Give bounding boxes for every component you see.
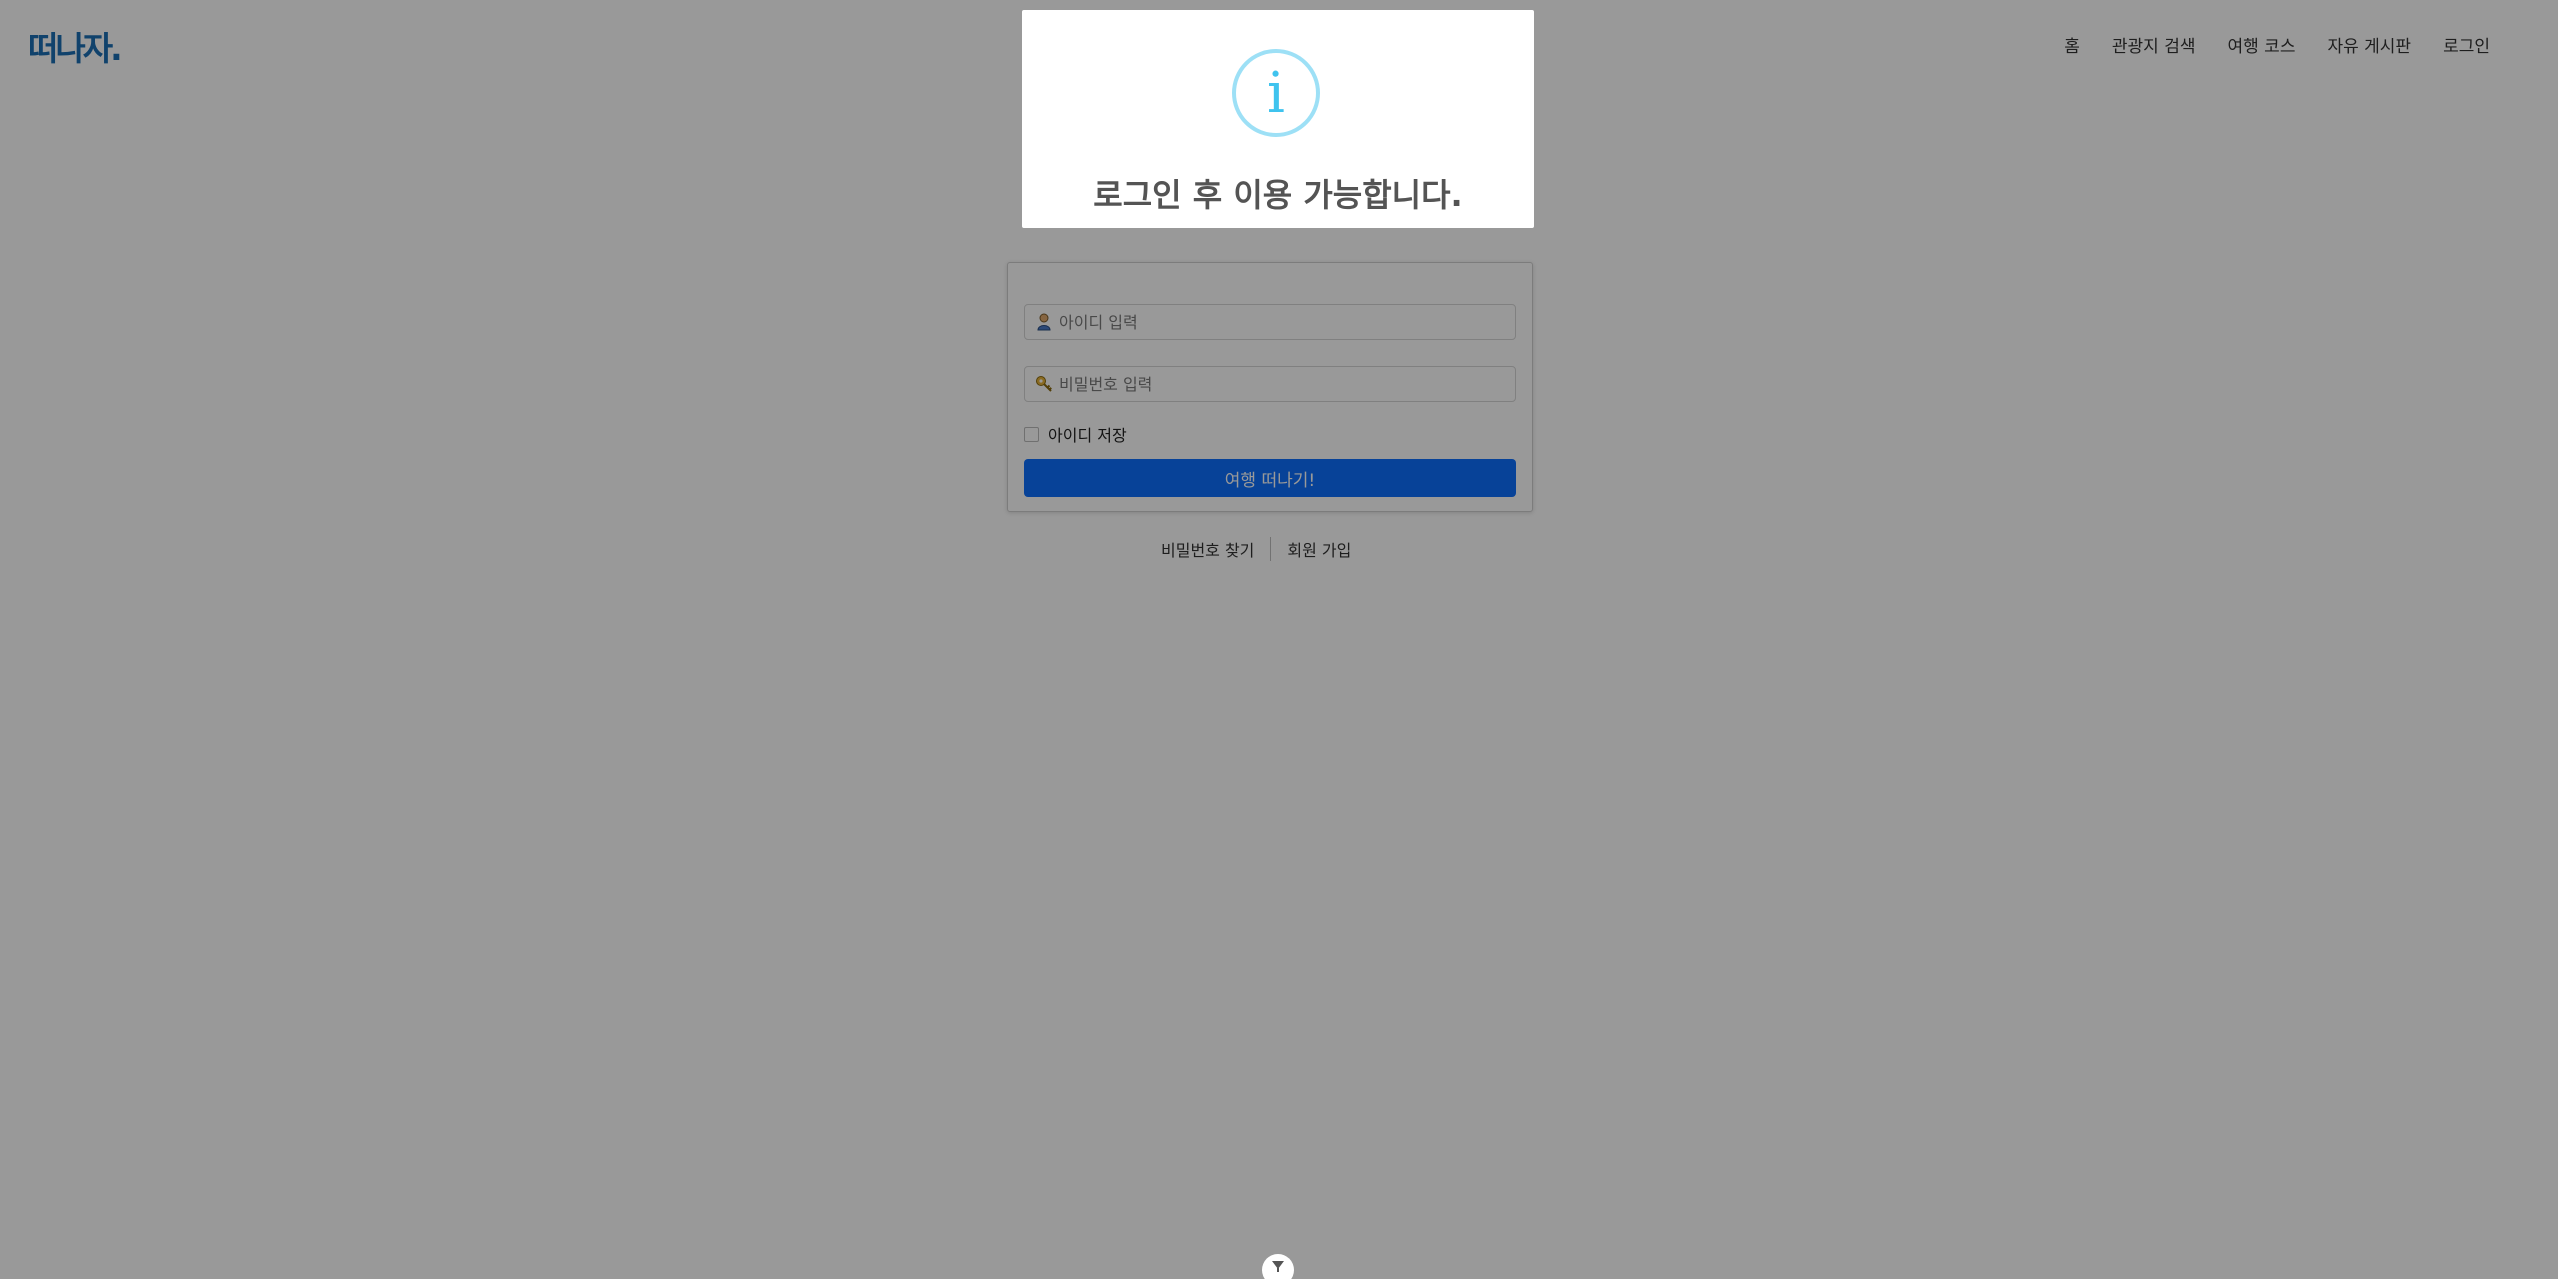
chevron-down-icon	[1272, 1261, 1284, 1272]
scroll-down-button[interactable]	[1262, 1254, 1294, 1279]
dialog-message: 로그인 후 이용 가능합니다.	[1093, 176, 1463, 214]
alert-dialog: i 로그인 후 이용 가능합니다.	[1022, 10, 1534, 228]
info-glyph: i	[1267, 61, 1285, 126]
info-icon: i	[1232, 49, 1320, 137]
